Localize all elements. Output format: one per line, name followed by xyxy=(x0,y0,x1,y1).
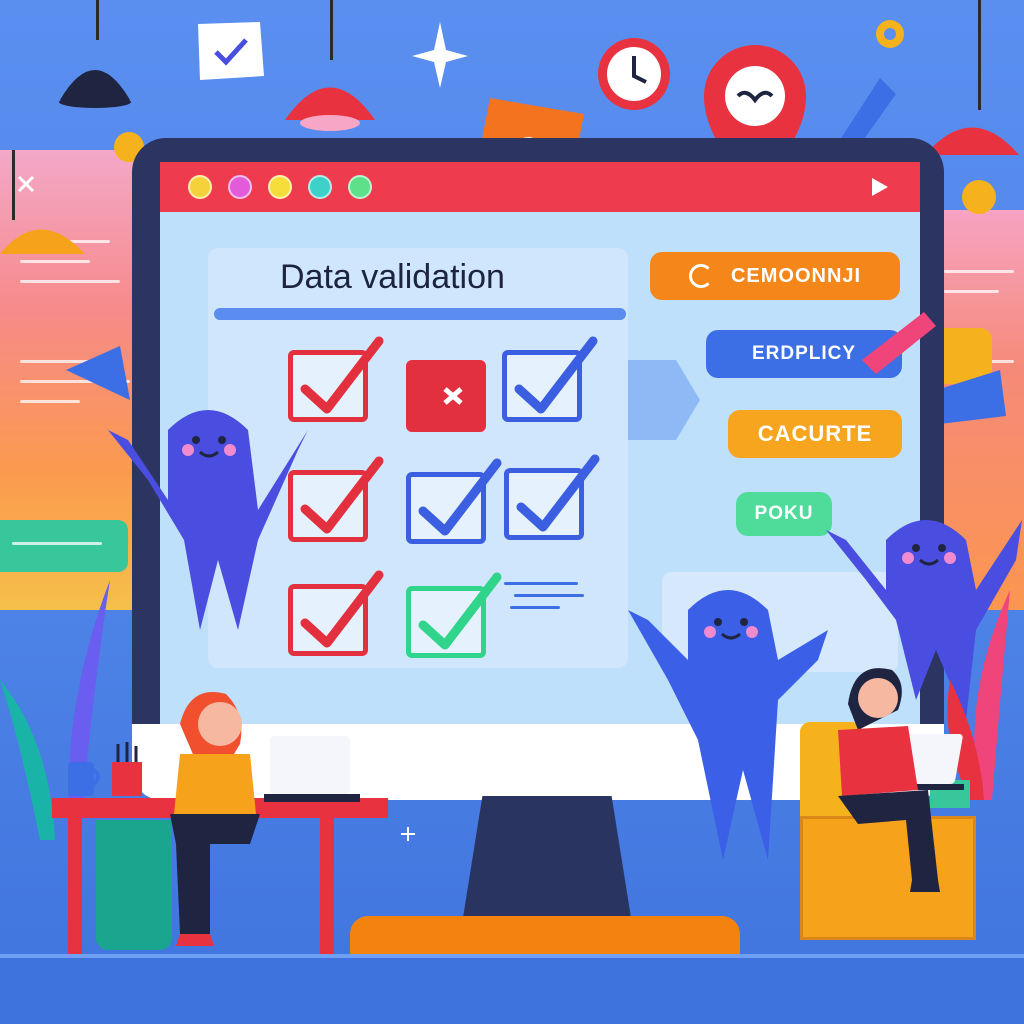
illustration-scene: Data validation CEMOONNJI ERDPLICY CACUR… xyxy=(0,0,1024,1024)
cross-icon xyxy=(443,387,463,405)
window-dot[interactable] xyxy=(228,175,252,199)
hanging-lamp-icon xyxy=(285,87,375,131)
check-icon xyxy=(514,336,598,414)
gear-icon xyxy=(876,20,904,48)
checkbox-checked[interactable] xyxy=(406,572,502,658)
loading-icon xyxy=(688,264,713,288)
checkbox-checked[interactable] xyxy=(504,454,600,540)
pill-button[interactable]: CEMOONNJI xyxy=(650,252,900,300)
note-check-icon xyxy=(198,22,264,80)
marker-icon xyxy=(862,312,936,374)
card-title-underline xyxy=(214,308,626,320)
pencil-cup-icon xyxy=(112,742,142,796)
pill-button[interactable]: CACURTE xyxy=(728,410,902,458)
hanging-lamp-icon xyxy=(0,229,85,254)
coin-icon xyxy=(962,180,996,214)
window-dot[interactable] xyxy=(268,175,292,199)
play-icon[interactable] xyxy=(868,176,890,198)
check-icon xyxy=(418,572,502,650)
hanging-lamp-icon xyxy=(59,70,131,108)
window-dot[interactable] xyxy=(308,175,332,199)
close-icon xyxy=(17,175,35,193)
mug-icon xyxy=(68,762,100,796)
check-icon xyxy=(516,454,600,532)
mascot-character xyxy=(628,590,828,860)
window-dot[interactable] xyxy=(188,175,212,199)
checkbox-crossed[interactable] xyxy=(406,360,486,432)
monitor-stand xyxy=(462,796,632,924)
pill-button[interactable]: POKU xyxy=(736,492,832,536)
checkbox-checked[interactable] xyxy=(502,336,598,422)
chevron-right-icon xyxy=(628,360,700,440)
sparkle-icon xyxy=(412,22,468,88)
plus-icon xyxy=(401,827,415,841)
person-character xyxy=(170,692,260,946)
checkbox-checked[interactable] xyxy=(406,458,502,544)
card-title: Data validation xyxy=(280,258,505,296)
window-dot[interactable] xyxy=(348,175,372,199)
floor xyxy=(0,956,1024,1024)
check-icon xyxy=(418,458,502,536)
person-character xyxy=(838,668,940,892)
window-titlebar xyxy=(160,162,920,212)
clock-icon xyxy=(598,38,670,110)
